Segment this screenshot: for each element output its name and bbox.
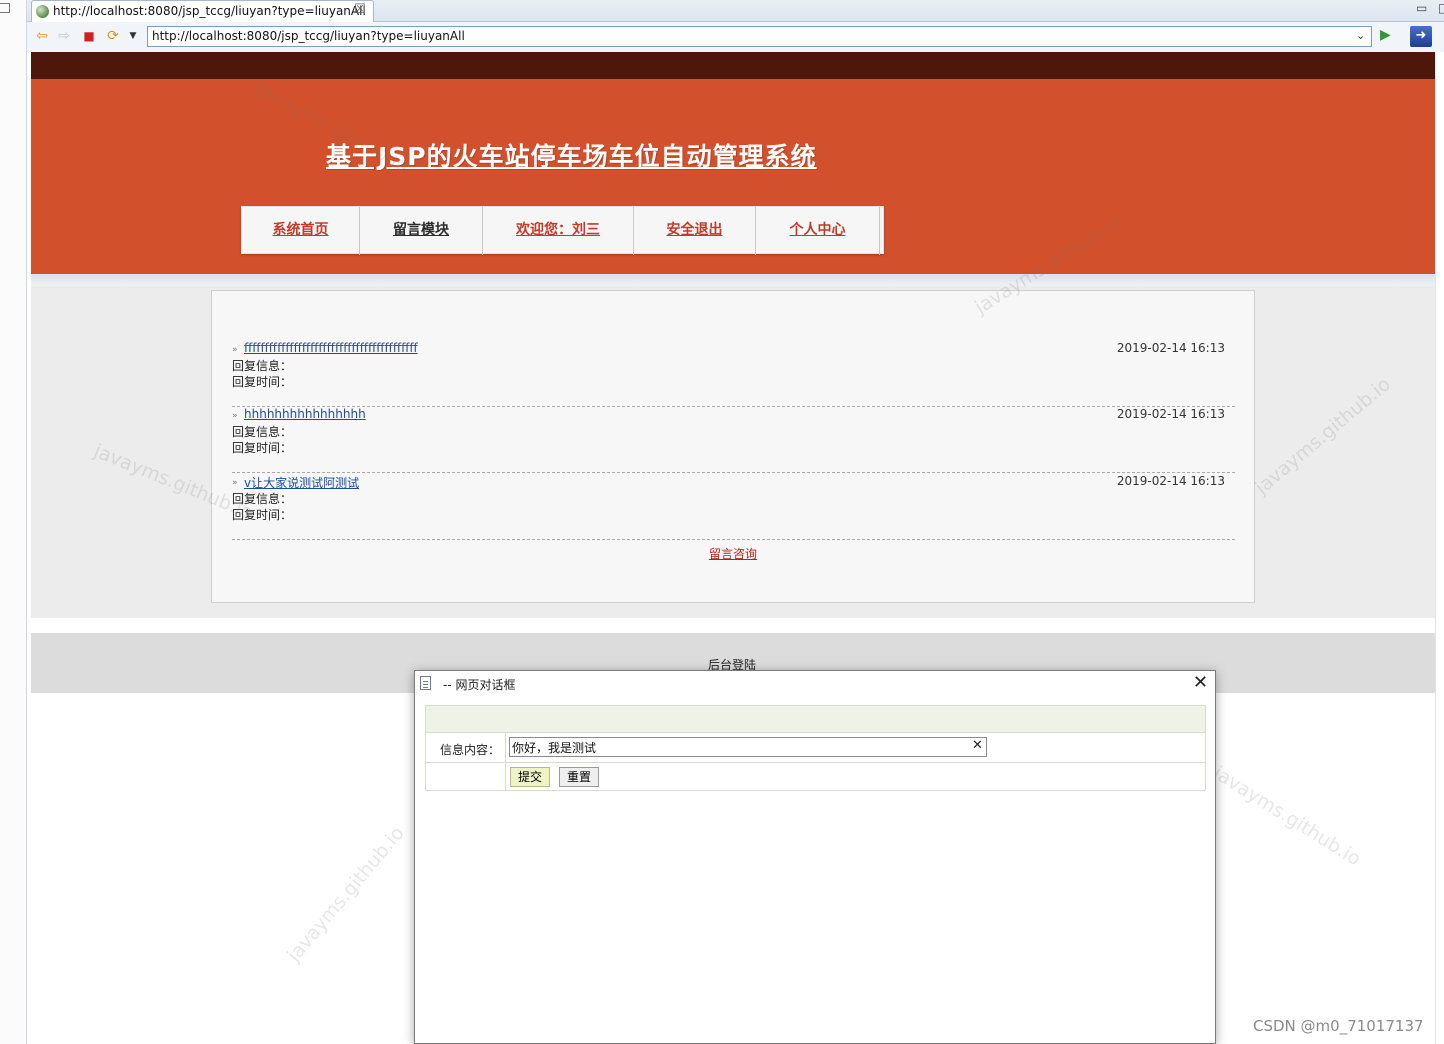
main-menu: 系统首页 留言模块 欢迎您：刘三 安全退出 个人中心 xyxy=(241,206,884,255)
bullet-icon: » xyxy=(232,478,238,488)
refresh-icon[interactable]: ⟳ xyxy=(104,27,122,45)
bullet-icon: » xyxy=(232,411,238,421)
minimize-icon[interactable]: ▭ xyxy=(1416,1,1427,15)
reply-info-label: 回复信息： xyxy=(232,359,293,373)
menu-item-home[interactable]: 系统首页 xyxy=(242,207,360,255)
csdn-credit: CSDN @m0_71017137 xyxy=(1253,1017,1424,1035)
top-band xyxy=(31,52,1435,79)
web-dialog: -- 网页对话框 ✕ 信息内容： ✕ 提交 重置 xyxy=(414,670,1216,1044)
banner-bottom-line xyxy=(31,274,1435,286)
reset-button[interactable]: 重置 xyxy=(559,767,600,787)
cell-divider xyxy=(505,733,506,762)
content-input[interactable] xyxy=(509,737,987,757)
back-arrow-icon[interactable]: ⇦ xyxy=(33,27,51,45)
watermark: javayms.github.io xyxy=(1209,762,1365,871)
message-title-link[interactable]: v让大家说测试阿测试 xyxy=(244,474,359,491)
globe-icon xyxy=(36,5,49,18)
message-date: 2019-02-14 16:13 xyxy=(1116,341,1225,355)
form-header-row xyxy=(426,706,1205,733)
browser-tab[interactable]: http://localhost:8080/jsp_tccg/liuyan?ty… xyxy=(31,0,374,22)
menu-item-welcome-user[interactable]: 欢迎您：刘三 xyxy=(483,207,634,255)
maximize-icon[interactable]: □ xyxy=(1438,1,1444,15)
dialog-title: -- 网页对话框 xyxy=(443,678,516,692)
content-field-label: 信息内容： xyxy=(440,743,501,757)
stop-icon[interactable]: ■ xyxy=(80,27,98,45)
message-item: » ffffffffffffffffffffffffffffffffffffff… xyxy=(232,341,1235,407)
form-row-buttons: 提交 重置 xyxy=(426,763,1205,791)
message-form: 信息内容： ✕ 提交 重置 xyxy=(425,705,1206,791)
right-edge-strip xyxy=(1435,52,1444,1044)
message-list-panel: » ffffffffffffffffffffffffffffffffffffff… xyxy=(211,290,1255,603)
dialog-close-icon[interactable]: ✕ xyxy=(1193,672,1208,693)
document-icon xyxy=(420,676,431,690)
watermark: javayms.github.io xyxy=(283,822,409,967)
message-title-link[interactable]: hhhhhhhhhhhhhhhh xyxy=(244,407,366,421)
forward-arrow-icon[interactable]: ⇨ xyxy=(55,27,73,45)
message-item: » hhhhhhhhhhhhhhhh 2019-02-14 16:13 回复信息… xyxy=(232,407,1235,473)
navigation-bar: ⇦ ⇨ ■ ⟳ ▼ http://localhost:8080/jsp_tccg… xyxy=(27,22,1444,52)
consult-link[interactable]: 留言咨询 xyxy=(709,545,757,562)
content-area: » ffffffffffffffffffffffffffffffffffffff… xyxy=(31,286,1435,618)
tab-bar: http://localhost:8080/jsp_tccg/liuyan?ty… xyxy=(27,0,1444,22)
reply-info-label: 回复信息： xyxy=(232,425,293,439)
menu-item-profile[interactable]: 个人中心 xyxy=(756,207,880,255)
reply-time-label: 回复时间： xyxy=(232,375,293,389)
url-dropdown-icon[interactable]: ⌄ xyxy=(1356,29,1365,42)
clear-input-icon[interactable]: ✕ xyxy=(972,738,983,753)
menu-item-messages[interactable]: 留言模块 xyxy=(360,207,483,255)
left-edge-strip xyxy=(0,0,27,1044)
tab-title: http://localhost:8080/jsp_tccg/liuyan?ty… xyxy=(53,4,366,18)
window-corner-icon xyxy=(0,3,10,13)
open-external-icon[interactable]: ➜ xyxy=(1410,26,1432,47)
message-item: » v让大家说测试阿测试 2019-02-14 16:13 回复信息： 回复时间… xyxy=(232,474,1235,540)
go-play-icon[interactable]: ▶ xyxy=(1380,27,1391,43)
form-row-content: 信息内容： ✕ xyxy=(426,733,1205,763)
reply-time-label: 回复时间： xyxy=(232,441,293,455)
dropdown-chevron-icon[interactable]: ▼ xyxy=(124,27,142,45)
tab-close-icon[interactable]: ☒ xyxy=(354,2,366,17)
dialog-titlebar[interactable]: -- 网页对话框 ✕ xyxy=(415,671,1215,696)
message-date: 2019-02-14 16:13 xyxy=(1116,407,1225,421)
cell-divider xyxy=(505,763,506,791)
message-date: 2019-02-14 16:13 xyxy=(1116,474,1225,488)
message-title-link[interactable]: ffffffffffffffffffffffffffffffffffffffff… xyxy=(244,341,418,355)
header-banner: 基于JSP的火车站停车场车位自动管理系统 系统首页 留言模块 欢迎您：刘三 安全… xyxy=(31,79,1435,274)
menu-item-logout[interactable]: 安全退出 xyxy=(634,207,756,255)
address-bar[interactable]: http://localhost:8080/jsp_tccg/liuyan?ty… xyxy=(147,26,1372,47)
url-text[interactable]: http://localhost:8080/jsp_tccg/liuyan?ty… xyxy=(152,29,465,43)
submit-button[interactable]: 提交 xyxy=(510,767,551,787)
bullet-icon: » xyxy=(232,345,238,355)
